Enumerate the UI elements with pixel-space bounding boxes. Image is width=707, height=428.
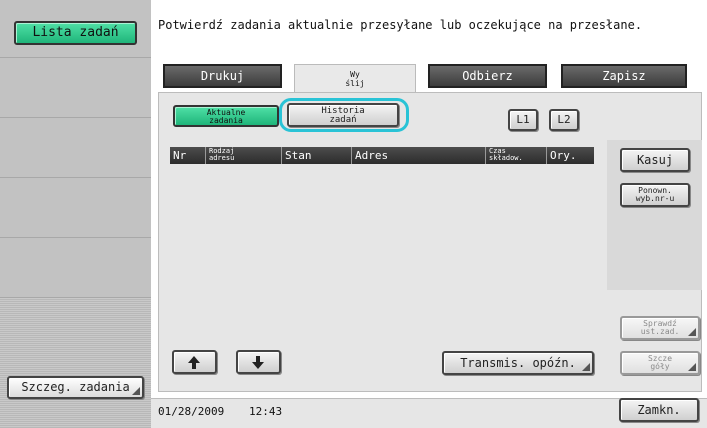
current-jobs-label-2: zadania bbox=[209, 116, 243, 125]
tab-save[interactable]: Zapisz bbox=[561, 64, 687, 88]
line-1-button[interactable]: L1 bbox=[508, 109, 538, 131]
arrow-down-icon bbox=[252, 356, 264, 369]
footer-time: 12:43 bbox=[249, 405, 283, 418]
left-sidebar bbox=[0, 0, 151, 428]
redial-button[interactable]: Ponown. wyb.nr-u bbox=[620, 183, 690, 207]
tab-receive[interactable]: Odbierz bbox=[428, 64, 547, 88]
col-time-2: składow. bbox=[489, 154, 523, 162]
sidebar-band-2 bbox=[0, 58, 151, 118]
line-2-button[interactable]: L2 bbox=[549, 109, 579, 131]
footer-date: 01/28/2009 bbox=[158, 405, 225, 418]
job-details-button[interactable]: Szczeg. zadania bbox=[7, 376, 144, 399]
arrow-up-icon bbox=[188, 356, 200, 369]
col-address-type-2: adresu bbox=[209, 154, 235, 162]
highlight-ring bbox=[279, 98, 409, 132]
col-status: Stan bbox=[281, 147, 351, 164]
scroll-up-button[interactable] bbox=[172, 350, 217, 374]
redial-label-2: wyb.nr-u bbox=[635, 194, 675, 203]
tab-send-label-2: ślij bbox=[345, 79, 365, 88]
tab-send-label-1: Wy bbox=[350, 70, 360, 79]
details-label-2: góły bbox=[650, 362, 670, 371]
col-nr: Nr bbox=[173, 149, 187, 162]
col-orig: Ory. bbox=[546, 147, 594, 164]
col-address-type: Rodzaj adresu bbox=[205, 147, 281, 164]
sidebar-band-5 bbox=[0, 238, 151, 298]
delayed-transmission-button[interactable]: Transmis. opóźn. bbox=[442, 351, 594, 375]
scroll-down-button[interactable] bbox=[236, 350, 281, 374]
delete-button[interactable]: Kasuj bbox=[620, 148, 690, 172]
check-job-settings-button[interactable]: Sprawdź ust.zad. bbox=[620, 316, 700, 340]
job-list-button[interactable]: Lista zadań bbox=[14, 21, 137, 45]
instruction-message: Potwierdź zadania aktualnie przesyłane l… bbox=[158, 18, 643, 32]
sidebar-band-3 bbox=[0, 118, 151, 178]
details-button[interactable]: Szcze góły bbox=[620, 351, 700, 375]
current-jobs-tab[interactable]: Aktualne zadania bbox=[173, 105, 279, 127]
tab-send[interactable]: Wy ślij bbox=[294, 64, 416, 94]
job-table-header: Nr Rodzaj adresu Stan Adres Czas składow… bbox=[170, 147, 594, 164]
sidebar-band-4 bbox=[0, 178, 151, 238]
col-address: Adres bbox=[351, 147, 485, 164]
tab-print[interactable]: Drukuj bbox=[163, 64, 282, 88]
check-label-2: ust.zad. bbox=[640, 327, 680, 336]
col-time: Czas składow. bbox=[485, 147, 546, 164]
close-button[interactable]: Zamkn. bbox=[619, 398, 699, 422]
job-table-body bbox=[170, 164, 594, 340]
